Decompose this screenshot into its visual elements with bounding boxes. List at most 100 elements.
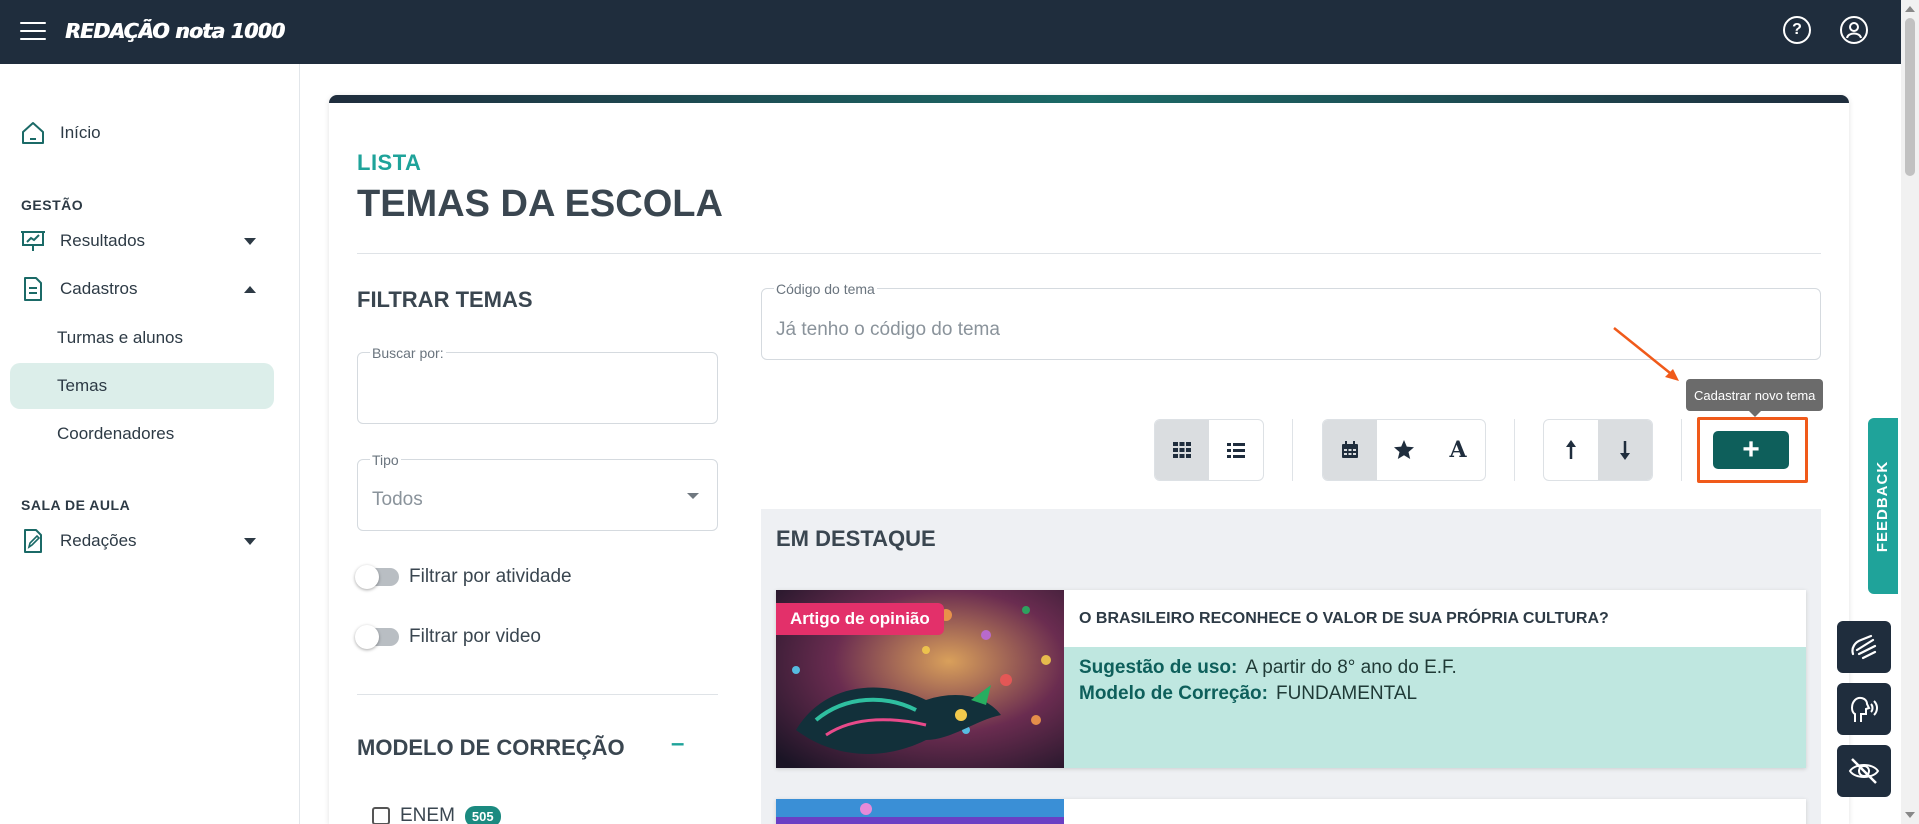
edit-document-icon: [20, 528, 46, 554]
scroll-up-icon[interactable]: [1905, 6, 1915, 12]
list-view-button[interactable]: [1209, 420, 1263, 480]
search-input[interactable]: Buscar por:: [357, 345, 718, 424]
toggle-atividade[interactable]: Filtrar por atividade: [355, 565, 572, 589]
sidebar-item-label: Resultados: [60, 231, 146, 250]
checkbox-enem[interactable]: ENEM 505: [372, 805, 501, 824]
calendar-icon: [1342, 441, 1358, 458]
document-icon: [20, 276, 46, 302]
sidebar-item-redacoes[interactable]: Redações: [10, 518, 274, 564]
sign-language-icon[interactable]: [1837, 621, 1891, 673]
arrow-down-icon: [1620, 441, 1630, 460]
sort-descending-button[interactable]: [1598, 420, 1652, 480]
sidebar-item-coordenadores[interactable]: Coordenadores: [10, 411, 274, 457]
collapse-button[interactable]: –: [671, 730, 684, 758]
modelo-value: FUNDAMENTAL: [1275, 683, 1418, 704]
grid-icon: [1173, 442, 1191, 458]
theme-image: Artigo de opinião: [776, 590, 1064, 768]
main-card: LISTA TEMAS DA ESCOLA FILTRAR TEMAS Busc…: [329, 95, 1849, 824]
page-kicker: LISTA: [357, 150, 422, 175]
star-icon: [1394, 440, 1414, 459]
sugestao-label: Sugestão de uso:: [1079, 657, 1238, 678]
logo[interactable]: REDAÇÃO nota 1000: [66, 16, 286, 46]
page-title: TEMAS DA ESCOLA: [357, 183, 723, 225]
modelo-label: Modelo de Correção:: [1079, 683, 1268, 704]
sort-by-favorite-button[interactable]: [1377, 420, 1431, 480]
user-circle-icon[interactable]: [1840, 16, 1868, 44]
sidebar-item-label: Cadastros: [60, 279, 138, 298]
modelo-title: MODELO DE CORREÇÃO: [357, 735, 625, 760]
arrow-annotation: [1613, 327, 1679, 381]
sugestao-value: A partir do 8° ano do E.F.: [1245, 657, 1457, 678]
filter-title: FILTRAR TEMAS: [357, 287, 533, 312]
divider: [1514, 419, 1515, 481]
chevron-down-icon: [244, 537, 256, 545]
sidebar-item-turmas[interactable]: Turmas e alunos: [10, 315, 274, 361]
sort-ascending-button[interactable]: [1544, 420, 1598, 480]
section-gestao: GESTÃO: [21, 197, 84, 213]
theme-card[interactable]: [776, 799, 1806, 824]
toggle-switch[interactable]: [355, 625, 399, 649]
toggle-video[interactable]: Filtrar por video: [355, 625, 541, 649]
tooltip: Cadastrar novo tema: [1686, 379, 1824, 417]
count-badge: 505: [464, 805, 501, 824]
tipo-label: Tipo: [370, 452, 401, 468]
home-icon: [20, 120, 46, 146]
add-theme-button[interactable]: +: [1713, 431, 1789, 469]
codigo-placeholder: Já tenho o código do tema: [776, 319, 1000, 340]
theme-card[interactable]: Artigo de opinião O BRASILEIRO RECONHECE…: [776, 590, 1806, 768]
scroll-down-icon[interactable]: [1905, 812, 1915, 818]
checkbox[interactable]: [372, 807, 390, 824]
sugestao-line: Sugestão de uso: A partir do 8° ano do E.…: [1079, 657, 1791, 679]
chevron-down-icon: [687, 493, 699, 499]
help-circle-icon[interactable]: ?: [1783, 16, 1811, 44]
feedback-label: FEEDBACK: [1874, 460, 1892, 552]
sidebar: Início GESTÃO Resultados Cadastros Turma…: [0, 64, 300, 824]
divider: [1681, 419, 1682, 481]
hide-eye-icon[interactable]: [1837, 745, 1891, 797]
sidebar-item-resultados[interactable]: Resultados: [10, 218, 274, 264]
featured-title: EM DESTAQUE: [776, 526, 936, 551]
arrow-up-icon: [1566, 440, 1576, 459]
audio-reader-icon[interactable]: [1837, 683, 1891, 735]
chevron-down-icon: [244, 237, 256, 245]
sort-by-date-button[interactable]: [1323, 420, 1377, 480]
sidebar-item-cadastros[interactable]: Cadastros: [10, 266, 274, 312]
feedback-tab[interactable]: FEEDBACK: [1868, 418, 1898, 594]
top-bar: REDAÇÃO nota 1000 ?: [0, 0, 1919, 64]
toggle-label: Filtrar por video: [409, 626, 541, 647]
tipo-select[interactable]: Tipo Todos: [357, 452, 718, 531]
view-toggle-group: [1154, 419, 1264, 481]
toggle-switch[interactable]: [355, 565, 399, 589]
theme-image: [776, 799, 1064, 824]
theme-title[interactable]: O BRASILEIRO RECONHECE O VALOR DE SUA PR…: [1064, 590, 1806, 647]
sidebar-item-label: Início: [60, 123, 101, 142]
divider: [357, 694, 718, 695]
menu-icon[interactable]: [20, 20, 46, 42]
sort-alphabetical-button[interactable]: A: [1431, 420, 1485, 480]
tipo-value: Todos: [372, 489, 423, 510]
logo-text: REDAÇÃO nota 1000: [66, 19, 286, 43]
sidebar-item-inicio[interactable]: Início: [10, 110, 274, 156]
featured-section: EM DESTAQUE Artigo de opinião O BRASILEI…: [761, 509, 1821, 824]
grid-view-button[interactable]: [1155, 420, 1209, 480]
presentation-chart-icon: [20, 228, 46, 254]
checkbox-label: ENEM: [400, 805, 455, 824]
scroll-thumb[interactable]: [1905, 18, 1915, 176]
codigo-label: Código do tema: [774, 281, 877, 297]
sort-direction-group: [1543, 419, 1653, 481]
chevron-up-icon: [244, 285, 256, 293]
card-accent-strip: [329, 95, 1849, 103]
divider: [357, 253, 1821, 254]
sort-field-group: A: [1322, 419, 1486, 481]
search-label: Buscar por:: [370, 345, 446, 361]
list-icon: [1227, 443, 1245, 458]
modelo-line: Modelo de Correção: FUNDAMENTAL: [1079, 683, 1791, 705]
letter-a-icon: A: [1449, 437, 1467, 463]
plus-icon: +: [1742, 433, 1760, 466]
theme-details: Sugestão de uso: A partir do 8° ano do E.…: [1064, 647, 1806, 768]
scrollbar[interactable]: [1901, 0, 1919, 824]
section-sala-de-aula: SALA DE AULA: [21, 497, 131, 513]
sidebar-item-temas[interactable]: Temas: [10, 363, 274, 409]
sidebar-item-label: Redações: [60, 531, 137, 550]
divider: [1292, 419, 1293, 481]
